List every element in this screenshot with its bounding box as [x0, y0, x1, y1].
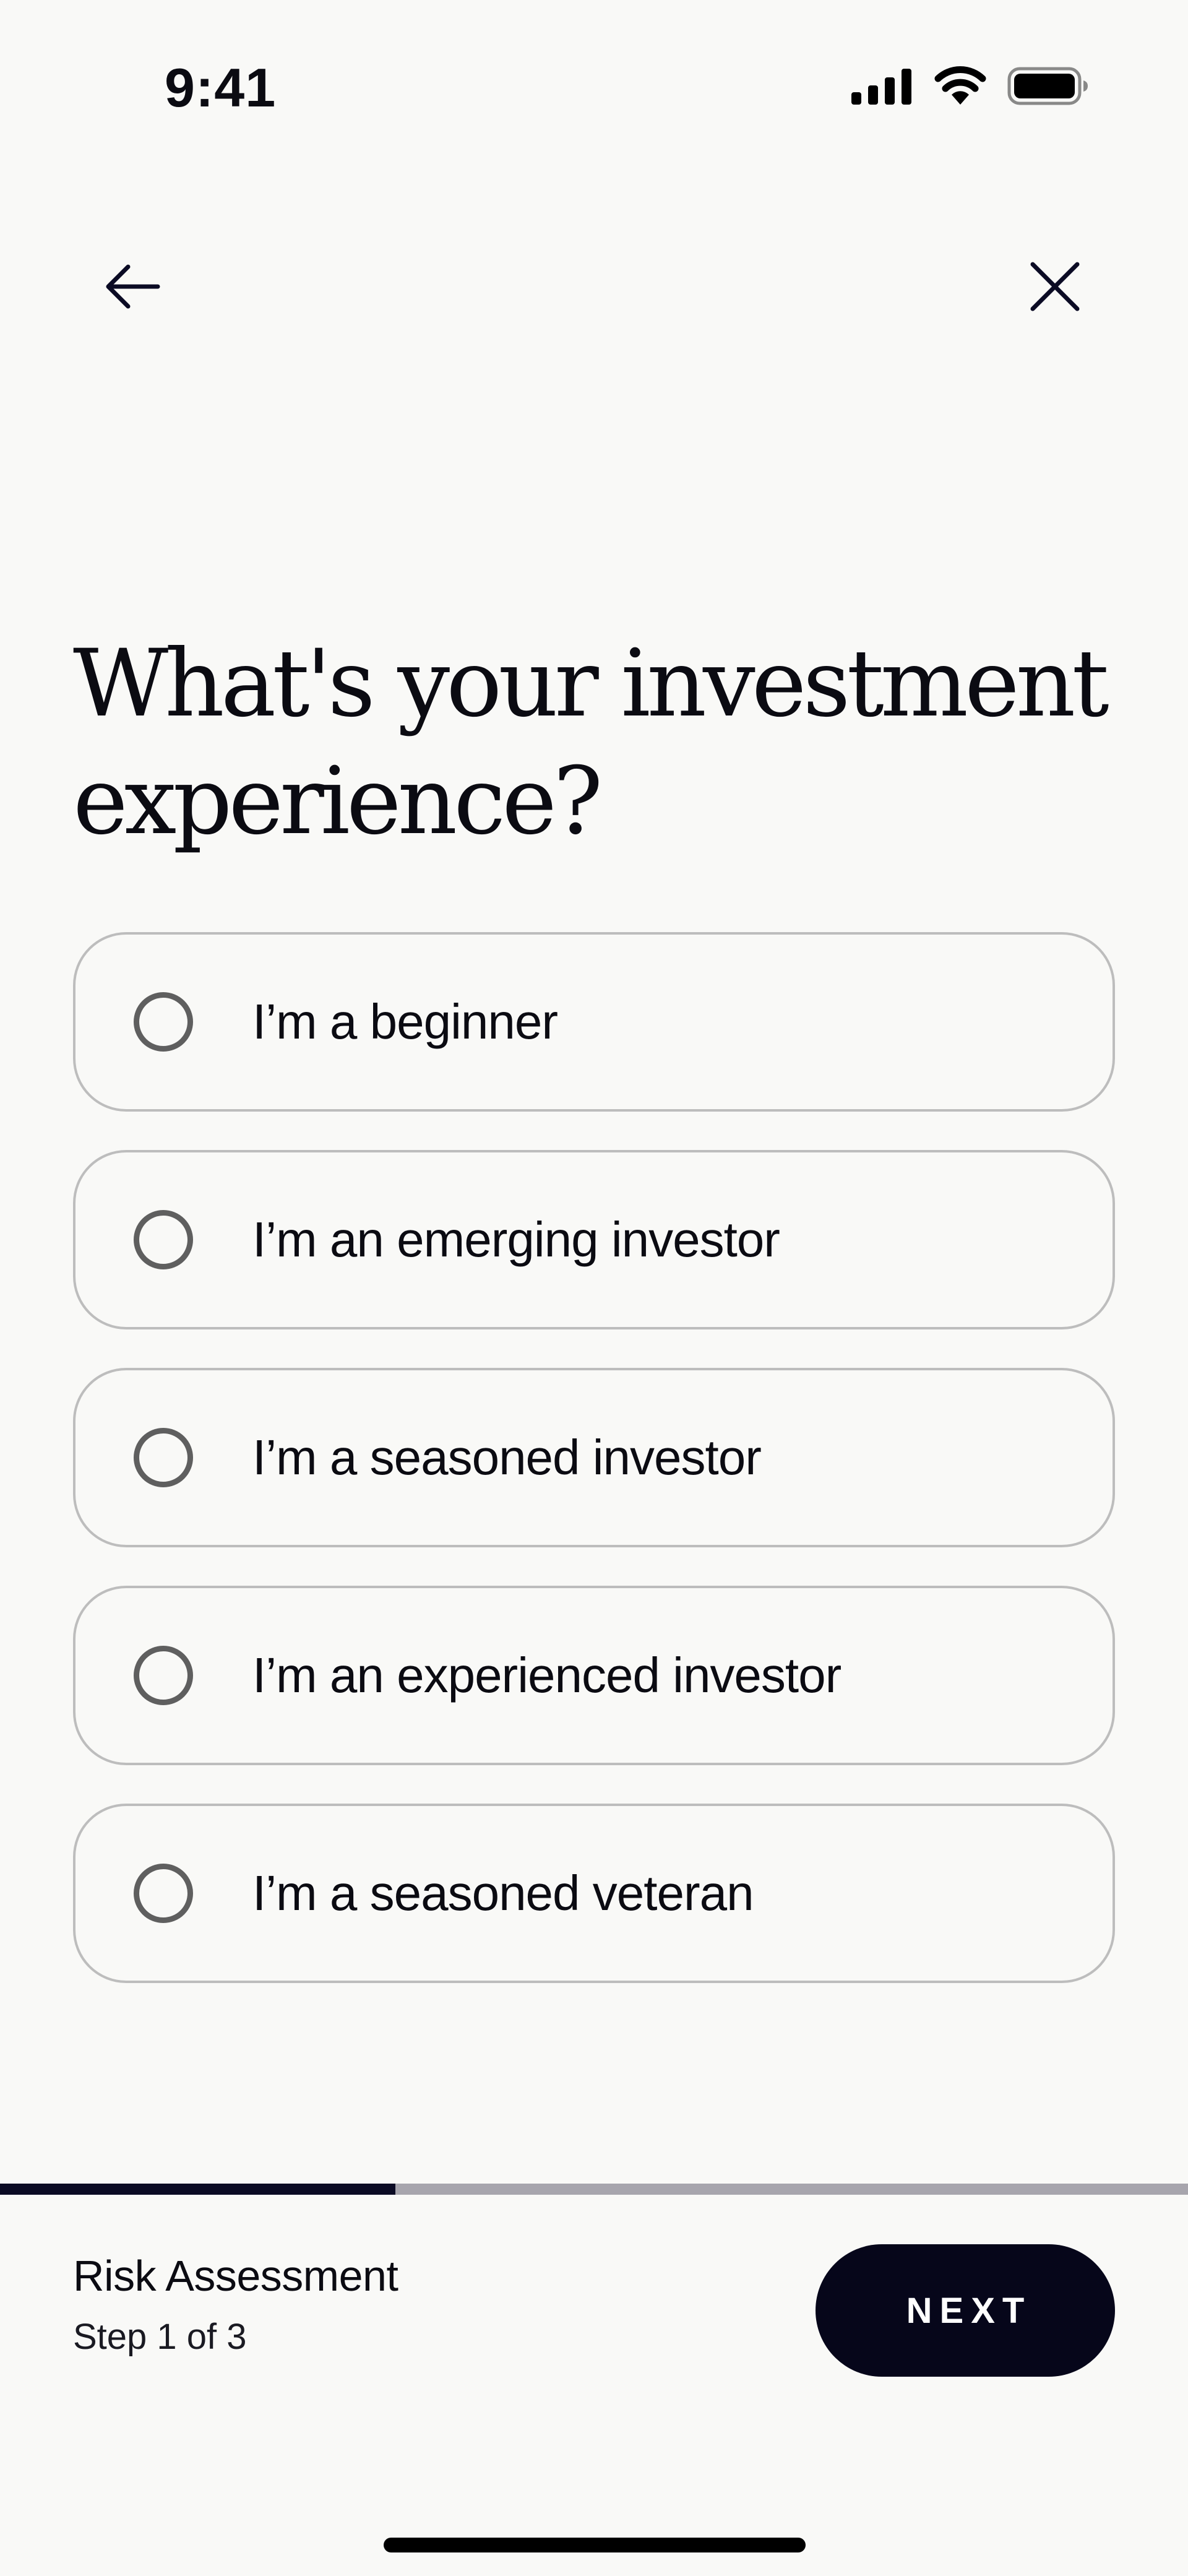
status-time: 9:41	[165, 57, 277, 118]
radio-button[interactable]	[134, 1646, 193, 1705]
option-beginner[interactable]: I’m a beginner	[73, 932, 1115, 1112]
option-label: I’m a seasoned veteran	[252, 1865, 754, 1921]
home-indicator	[384, 2538, 806, 2552]
option-label: I’m an emerging investor	[252, 1212, 780, 1267]
next-button[interactable]: NEXT	[816, 2244, 1115, 2377]
options-list: I’m a beginner I’m an emerging investor …	[73, 932, 1115, 1983]
progress-bar-fill	[0, 2184, 396, 2195]
wifi-icon	[933, 66, 988, 106]
section-title: Risk Assessment	[73, 2252, 398, 2300]
radio-button[interactable]	[134, 1428, 193, 1487]
radio-button[interactable]	[134, 1864, 193, 1923]
option-label: I’m a seasoned investor	[252, 1430, 762, 1485]
option-emerging-investor[interactable]: I’m an emerging investor	[73, 1150, 1115, 1329]
radio-button[interactable]	[134, 992, 193, 1052]
cellular-signal-icon	[851, 67, 913, 105]
option-label: I’m a beginner	[252, 994, 558, 1049]
back-button[interactable]	[93, 248, 173, 328]
status-icons	[851, 64, 1089, 108]
close-button[interactable]	[1015, 248, 1095, 328]
option-seasoned-investor[interactable]: I’m a seasoned investor	[73, 1368, 1115, 1547]
arrow-left-icon	[103, 262, 163, 314]
step-indicator: Step 1 of 3	[73, 2317, 247, 2357]
question-title: What's your investment experience?	[73, 630, 1109, 855]
progress-bar	[0, 2184, 1188, 2195]
radio-button[interactable]	[134, 1210, 193, 1269]
option-label: I’m an experienced investor	[252, 1648, 842, 1703]
option-seasoned-veteran[interactable]: I’m a seasoned veteran	[73, 1804, 1115, 1983]
option-experienced-investor[interactable]: I’m an experienced investor	[73, 1586, 1115, 1765]
battery-icon	[1007, 67, 1089, 105]
close-icon	[1029, 261, 1081, 316]
